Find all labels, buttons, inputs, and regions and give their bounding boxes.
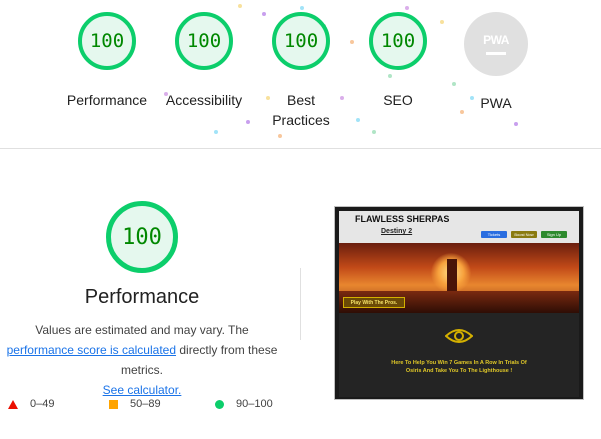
score-calculated-link[interactable]: performance score is calculated <box>7 343 176 357</box>
website-preview: FLAWLESS SHERPAS Destiny 2 Tickets Boost… <box>339 211 579 397</box>
performance-section-title: Performance <box>84 286 200 308</box>
site-tagline: Here To Help You Win 7 Games In A Row In… <box>391 360 527 374</box>
site-nav-button: Boost Now <box>511 231 537 238</box>
site-header: FLAWLESS SHERPAS Destiny 2 Tickets Boost… <box>339 211 579 243</box>
pwa-badge-text: PWA <box>483 32 509 47</box>
final-screenshot-thumbnail[interactable]: FLAWLESS SHERPAS Destiny 2 Tickets Boost… <box>334 206 584 400</box>
score-legend: 0–49 50–89 90–100 <box>0 398 300 414</box>
legend-pass-range: 90–100 <box>236 398 273 410</box>
performance-big-score-ring: 100 <box>106 201 178 273</box>
hero-tower <box>447 259 457 293</box>
performance-score-ring: 100 <box>78 12 136 70</box>
circle-icon <box>215 399 224 409</box>
performance-description: Values are estimated and may vary. The p… <box>0 320 284 400</box>
site-nav-button: Tickets <box>481 231 507 238</box>
description-text-1: Values are estimated and may vary. The <box>35 323 249 337</box>
legend-average-range: 50–89 <box>130 398 161 410</box>
legend-fail-range: 0–49 <box>30 398 55 410</box>
legend-average: 50–89 <box>109 398 161 410</box>
best-practices-score-ring: 100 <box>272 12 330 70</box>
pwa-badge-icon: PWA <box>464 12 528 76</box>
site-hero-button: Play With The Pros. <box>343 297 405 308</box>
site-hero-image: Play With The Pros. <box>339 243 579 313</box>
vertical-divider <box>300 268 301 340</box>
eye-icon <box>445 329 473 343</box>
pwa-dash-icon <box>486 51 506 55</box>
square-icon <box>109 399 118 409</box>
section-divider <box>0 148 601 149</box>
category-scores: 100 Performance 100 Accessibility 100 Be… <box>0 0 601 148</box>
triangle-icon <box>8 399 18 409</box>
legend-pass: 90–100 <box>215 398 273 410</box>
site-nav-button: Sign Up <box>541 231 567 238</box>
legend-fail: 0–49 <box>8 398 54 410</box>
see-calculator-link[interactable]: See calculator. <box>103 383 182 397</box>
seo-score-ring: 100 <box>369 12 427 70</box>
accessibility-score-ring: 100 <box>175 12 233 70</box>
pwa-gauge[interactable]: PWA PWA <box>436 12 556 113</box>
site-subtitle: Destiny 2 <box>381 228 413 235</box>
site-title: FLAWLESS SHERPAS <box>355 214 450 224</box>
pwa-label: PWA <box>480 95 512 111</box>
